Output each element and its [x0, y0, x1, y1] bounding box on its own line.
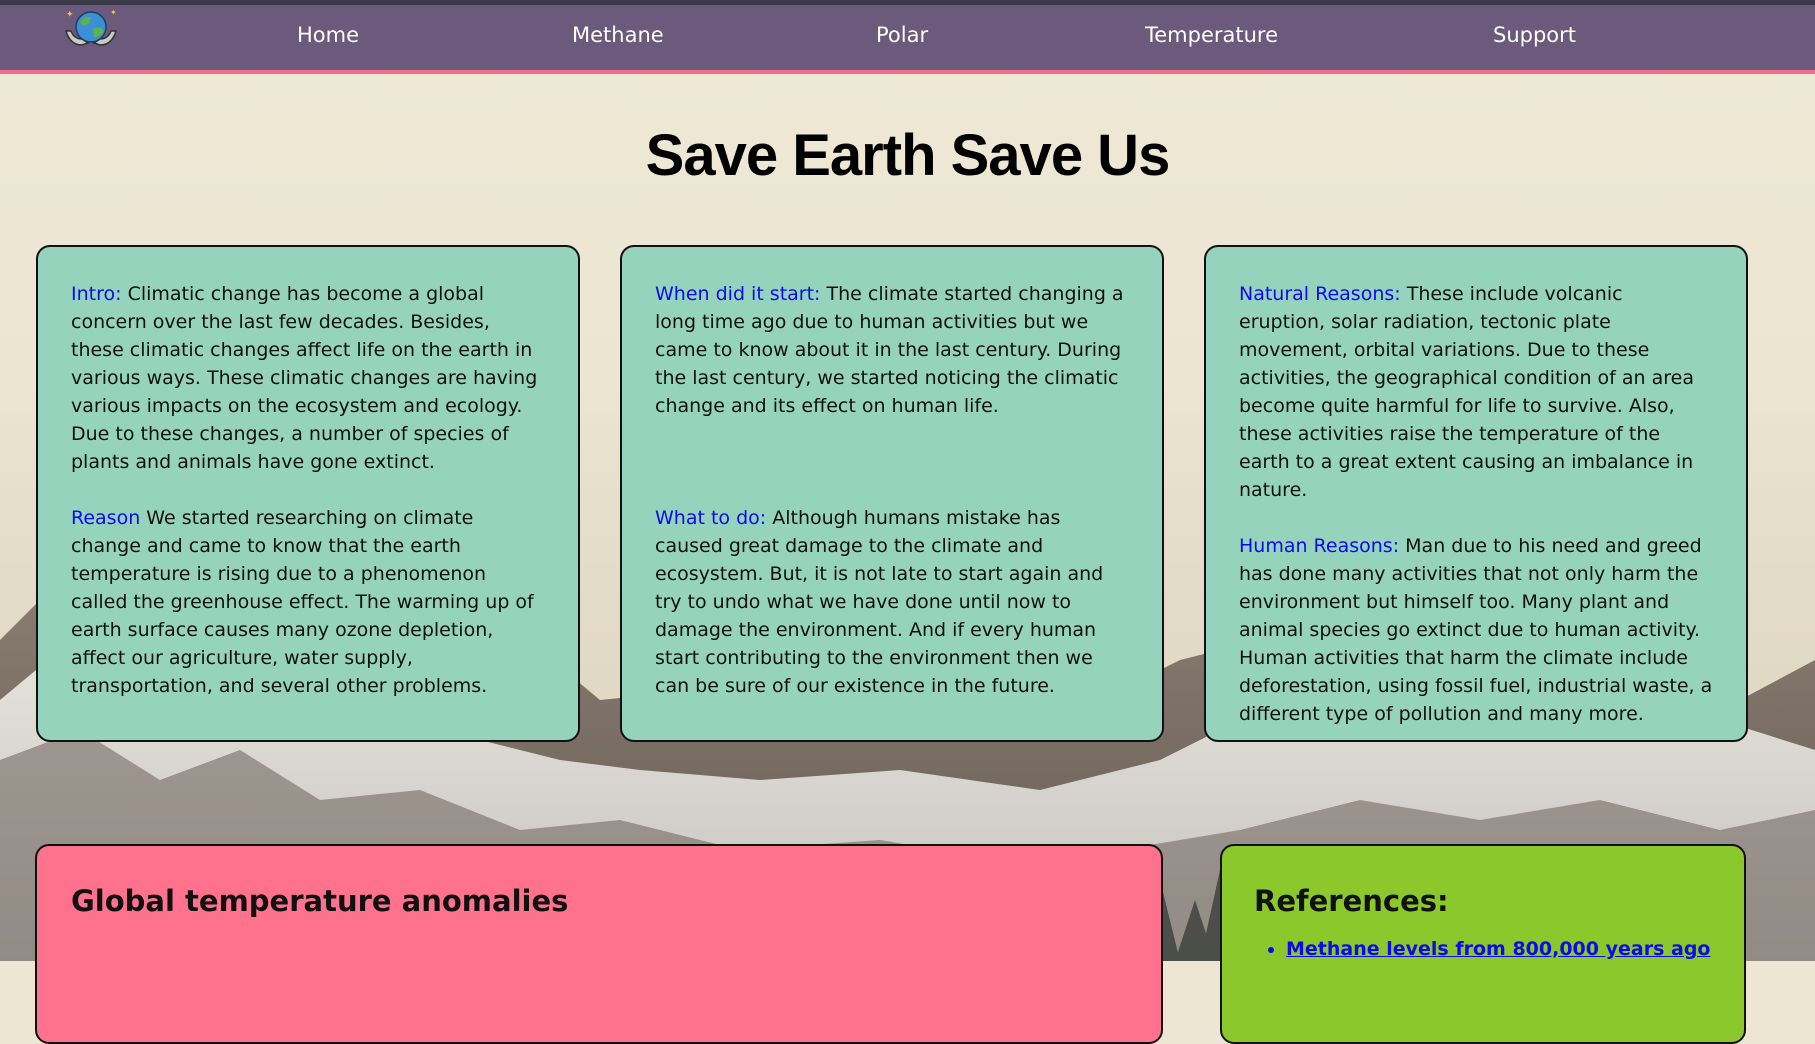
paragraph-text: These include volcanic eruption, solar r…	[1239, 283, 1694, 501]
paragraph-text: Climatic change has become a global conc…	[71, 283, 538, 473]
nav-bar: ✦ ✦ Home Methane Polar Temperature Suppo…	[0, 5, 1815, 74]
card-paragraph: What to do: Although humans mistake has …	[655, 504, 1130, 700]
paragraph-label: Natural Reasons:	[1239, 283, 1401, 305]
paragraph-text: We started researching on climate change…	[71, 507, 534, 697]
temperature-heading: Global temperature anomalies	[71, 884, 569, 918]
paragraph-text: Although humans mistake has caused great…	[655, 507, 1104, 697]
temperature-panel: Global temperature anomalies	[35, 844, 1163, 1044]
paragraph-text: Man due to his need and greed has done m…	[1239, 535, 1713, 725]
info-card-reasons: Natural Reasons: These include volcanic …	[1204, 245, 1748, 742]
info-card-start: When did it start: The climate started c…	[620, 245, 1164, 742]
references-list: Methane levels from 800,000 years ago	[1254, 938, 1712, 960]
references-panel: References: Methane levels from 800,000 …	[1220, 844, 1746, 1044]
nav-support[interactable]: Support	[1493, 23, 1576, 47]
paragraph-label: Human Reasons:	[1239, 535, 1400, 557]
card-paragraph: Reason We started researching on climate…	[71, 504, 546, 700]
reference-link[interactable]: Methane levels from 800,000 years ago	[1286, 938, 1710, 960]
paragraph-label: When did it start:	[655, 283, 821, 305]
card-paragraph: Intro: Climatic change has become a glob…	[71, 280, 546, 476]
card-paragraph: Human Reasons: Man due to his need and g…	[1239, 532, 1714, 728]
nav-temperature[interactable]: Temperature	[1145, 23, 1278, 47]
nav-methane[interactable]: Methane	[572, 23, 664, 47]
svg-text:✦: ✦	[66, 10, 74, 20]
paragraph-label: Intro:	[71, 283, 122, 305]
card-paragraph: When did it start: The climate started c…	[655, 280, 1130, 420]
card-paragraph: Natural Reasons: These include volcanic …	[1239, 280, 1714, 504]
reference-item: Methane levels from 800,000 years ago	[1286, 938, 1712, 960]
paragraph-label: Reason	[71, 507, 141, 529]
nav-home[interactable]: Home	[297, 23, 359, 47]
references-heading: References:	[1254, 884, 1449, 918]
nav-polar[interactable]: Polar	[876, 23, 928, 47]
svg-text:✦: ✦	[110, 8, 117, 17]
earth-hands-icon[interactable]: ✦ ✦	[60, 7, 122, 51]
info-card-intro: Intro: Climatic change has become a glob…	[36, 245, 580, 742]
page-title: Save Earth Save Us	[645, 123, 1171, 188]
paragraph-label: What to do:	[655, 507, 767, 529]
